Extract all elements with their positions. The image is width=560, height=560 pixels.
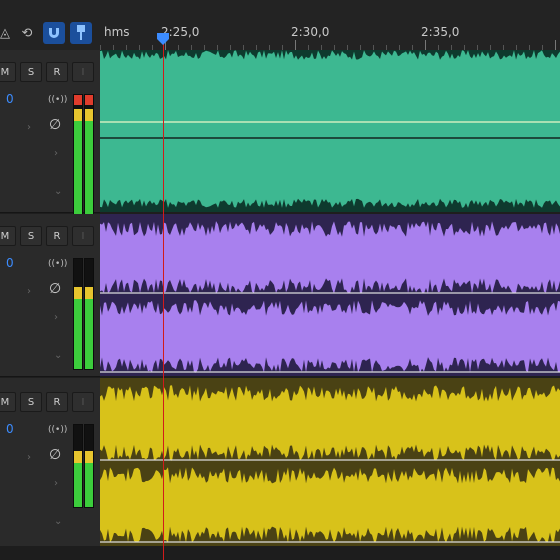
input-monitor-button[interactable]: I (72, 392, 94, 412)
waveform-channel (100, 50, 560, 208)
chevron-right-icon[interactable]: › (54, 312, 58, 323)
chevron-right-icon[interactable]: › (54, 478, 58, 489)
playhead-handle[interactable] (156, 33, 170, 45)
record-arm-button[interactable]: R (46, 226, 68, 246)
waveform-channel (100, 385, 560, 461)
mute-button[interactable]: M (0, 392, 16, 412)
phase-invert-icon[interactable]: ∅ (49, 447, 61, 463)
playhead-line[interactable] (163, 38, 164, 560)
track-lane-2[interactable] (100, 214, 560, 376)
chevron-down-icon[interactable]: ⌄ (54, 186, 62, 197)
phase-invert-icon[interactable]: ∅ (49, 117, 61, 133)
ruler-unit-label: hms (104, 25, 130, 39)
track-header-3: M S R I 0 ((•)) › ∅ › ⌄ (0, 378, 100, 547)
level-meter-right (84, 258, 94, 370)
volume-value[interactable]: 0 (6, 256, 14, 270)
solo-button[interactable]: S (20, 392, 42, 412)
stereo-radio-icon: ((•)) (48, 95, 68, 105)
level-meter-right (84, 424, 94, 508)
level-meter-left (73, 424, 83, 508)
ruler-tick (555, 40, 556, 50)
stereo-radio-icon: ((•)) (48, 259, 68, 269)
solo-button[interactable]: S (20, 62, 42, 82)
waveform-1[interactable] (100, 50, 560, 212)
snap-magnet-icon[interactable] (43, 22, 65, 44)
chevron-down-icon[interactable]: ⌄ (54, 350, 62, 361)
mute-button[interactable]: M (0, 62, 16, 82)
record-arm-button[interactable]: R (46, 62, 68, 82)
volume-value[interactable]: 0 (6, 422, 14, 436)
chevron-right-icon[interactable]: › (54, 148, 58, 159)
track-lane-3[interactable] (100, 378, 560, 546)
waveform-2[interactable] (100, 214, 560, 376)
solo-button[interactable]: S (20, 226, 42, 246)
ruler-tick-label: 2:30,0 (291, 25, 330, 39)
ruler-tick (295, 40, 296, 50)
triangle-tool-icon[interactable]: ◬ (0, 22, 16, 44)
chevron-down-icon[interactable]: ⌄ (54, 516, 62, 527)
track-header-1: M S R I 0 ((•)) › ∅ › ⌄ (0, 50, 100, 254)
toolbar: ◬ ⟲ (0, 0, 100, 51)
loop-icon[interactable]: ⟲ (16, 22, 38, 44)
ruler-tick (425, 40, 426, 50)
marker-pin-icon[interactable] (70, 22, 92, 44)
status-strip (0, 546, 560, 560)
stereo-radio-icon: ((•)) (48, 425, 68, 435)
chevron-right-icon[interactable]: › (27, 122, 31, 133)
volume-value[interactable]: 0 (6, 92, 14, 106)
chevron-right-icon[interactable]: › (27, 452, 31, 463)
mute-button[interactable]: M (0, 226, 16, 246)
phase-invert-icon[interactable]: ∅ (49, 281, 61, 297)
track-header-2: M S R I 0 ((•)) › ∅ › ⌄ (0, 214, 100, 377)
input-monitor-button[interactable]: I (72, 62, 94, 82)
record-arm-button[interactable]: R (46, 392, 68, 412)
waveform-3[interactable] (100, 378, 560, 546)
chevron-right-icon[interactable]: › (27, 286, 31, 297)
input-monitor-button[interactable]: I (72, 226, 94, 246)
track-lane-1[interactable] (100, 50, 560, 212)
level-meter-left (73, 258, 83, 370)
ruler-tick-label: 2:35,0 (421, 25, 460, 39)
